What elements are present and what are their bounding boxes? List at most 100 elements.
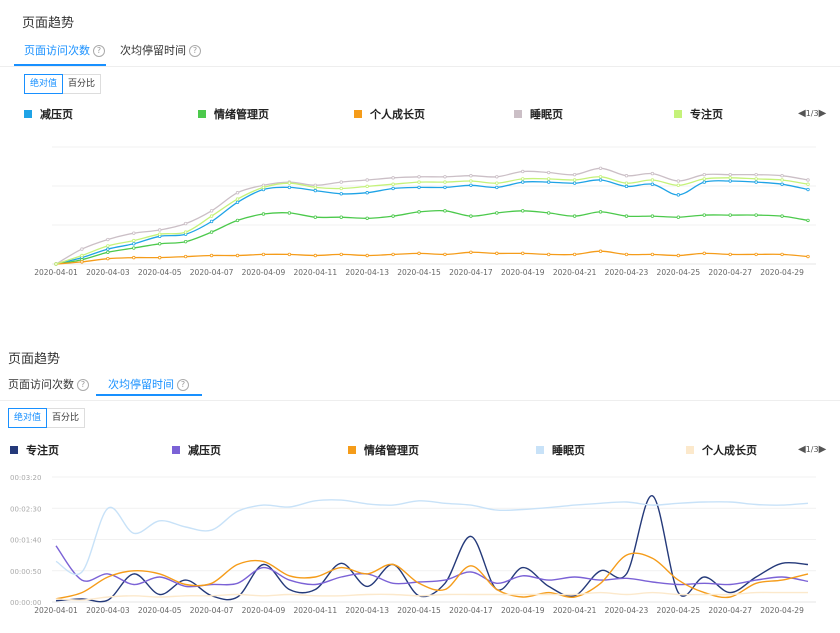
data-point bbox=[235, 191, 240, 195]
data-point bbox=[313, 215, 318, 219]
data-point bbox=[106, 244, 110, 248]
x-tick-label: 2020-04-07 bbox=[190, 606, 234, 615]
visits-trend-panel: 页面趋势 页面访问次数? 次均停留时间? 绝对值 百分比 减压页 情绪管理页 个… bbox=[0, 0, 840, 300]
x-tick-label: 2020-04-29 bbox=[760, 268, 804, 277]
data-point bbox=[572, 172, 577, 177]
x-tick-label: 2020-04-13 bbox=[345, 268, 389, 277]
data-point bbox=[780, 182, 784, 186]
data-point bbox=[339, 180, 343, 184]
data-point bbox=[650, 182, 655, 186]
data-point bbox=[80, 247, 84, 251]
data-point bbox=[106, 237, 110, 242]
data-point bbox=[728, 172, 732, 177]
data-point bbox=[417, 180, 421, 184]
data-point bbox=[80, 260, 84, 264]
series-line bbox=[55, 250, 809, 265]
data-point bbox=[209, 253, 214, 258]
data-point bbox=[469, 214, 473, 218]
data-point bbox=[391, 214, 395, 218]
data-point bbox=[209, 214, 214, 218]
data-point bbox=[261, 185, 266, 190]
data-point bbox=[54, 262, 58, 266]
data-point bbox=[132, 238, 136, 243]
data-point bbox=[650, 214, 655, 218]
data-point bbox=[209, 209, 214, 213]
data-point bbox=[521, 251, 525, 256]
data-point bbox=[754, 213, 758, 217]
x-tick-label: 2020-04-27 bbox=[708, 268, 752, 277]
data-point bbox=[339, 252, 343, 257]
data-point bbox=[365, 184, 369, 189]
data-point bbox=[650, 171, 655, 176]
data-point bbox=[209, 230, 214, 234]
data-point bbox=[521, 180, 525, 184]
line-chart[interactable]: 2020-04-01 2020-04-03 2020-04-05 2020-04-07… bbox=[0, 0, 840, 300]
data-point bbox=[443, 185, 447, 190]
data-point bbox=[598, 210, 603, 214]
data-point bbox=[261, 252, 266, 257]
data-point bbox=[702, 180, 706, 184]
data-point bbox=[521, 169, 525, 174]
data-point bbox=[261, 212, 266, 216]
data-point bbox=[417, 185, 421, 190]
x-tick-label: 2020-04-19 bbox=[501, 268, 545, 277]
data-point bbox=[209, 219, 214, 224]
x-tick-label: 2020-04-09 bbox=[242, 606, 286, 615]
data-point bbox=[443, 252, 447, 257]
data-point bbox=[132, 231, 136, 235]
data-point bbox=[754, 172, 758, 177]
data-point bbox=[365, 253, 369, 258]
x-tick-label: 2020-04-05 bbox=[138, 606, 182, 615]
data-point bbox=[754, 177, 758, 181]
x-tick-label: 2020-04-01 bbox=[34, 606, 78, 615]
x-tick-label: 2020-04-21 bbox=[553, 606, 597, 615]
data-point bbox=[235, 197, 240, 201]
data-point bbox=[132, 242, 136, 246]
x-tick-label: 2020-04-11 bbox=[294, 606, 338, 615]
data-point bbox=[728, 213, 732, 217]
data-point bbox=[443, 180, 447, 184]
data-point bbox=[806, 254, 810, 259]
data-point bbox=[495, 211, 499, 215]
series-line bbox=[55, 179, 809, 265]
data-point bbox=[365, 191, 369, 195]
x-tick-label: 2020-04-27 bbox=[708, 606, 752, 615]
x-tick-label: 2020-04-03 bbox=[86, 606, 130, 615]
x-tick-label: 2020-04-23 bbox=[605, 606, 649, 615]
data-point bbox=[158, 242, 162, 246]
x-tick-label: 2020-04-03 bbox=[86, 268, 130, 277]
data-point bbox=[313, 188, 318, 193]
data-point bbox=[417, 175, 421, 179]
data-point bbox=[546, 177, 551, 181]
data-point bbox=[417, 251, 421, 256]
x-tick-label: 2020-04-01 bbox=[34, 268, 78, 277]
data-point bbox=[624, 184, 629, 189]
data-point bbox=[624, 252, 629, 257]
data-point bbox=[521, 177, 525, 181]
data-point bbox=[495, 185, 499, 190]
data-point bbox=[339, 186, 343, 191]
x-tick-label: 2020-04-25 bbox=[657, 268, 701, 277]
data-point bbox=[495, 181, 499, 185]
data-point bbox=[780, 174, 784, 178]
data-point bbox=[80, 253, 84, 258]
x-tick-label: 2020-04-19 bbox=[501, 606, 545, 615]
data-point bbox=[106, 256, 110, 261]
data-point bbox=[728, 179, 732, 183]
x-tick-label: 2020-04-25 bbox=[657, 606, 701, 615]
data-point bbox=[780, 214, 784, 218]
x-tick-label: 2020-04-21 bbox=[553, 268, 597, 277]
x-tick-label: 2020-04-17 bbox=[449, 606, 493, 615]
data-point bbox=[443, 175, 447, 179]
data-point bbox=[598, 166, 603, 170]
series-line bbox=[55, 209, 809, 265]
y-tick-label: 00:01:40 bbox=[10, 537, 41, 545]
data-point bbox=[650, 252, 655, 257]
series-line bbox=[55, 552, 809, 600]
data-point bbox=[183, 221, 188, 226]
data-point bbox=[313, 253, 318, 258]
data-point bbox=[624, 214, 629, 218]
data-point bbox=[780, 178, 784, 182]
series-line bbox=[55, 499, 809, 576]
line-chart[interactable]: 00:00:0000:00:5000:01:4000:02:3000:03:20… bbox=[0, 340, 840, 633]
